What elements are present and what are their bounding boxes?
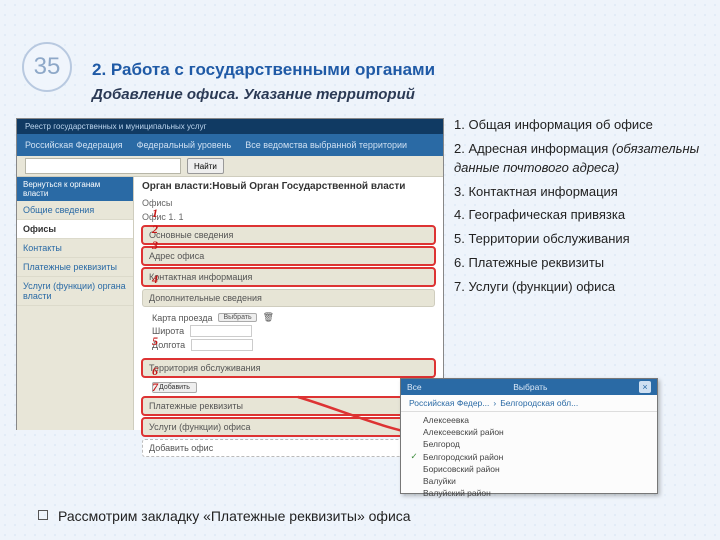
search-input[interactable] [25,158,181,174]
tab-territory[interactable]: Территория обслуживания [142,359,435,377]
popup-save-button[interactable]: Выбрать [513,382,547,392]
app-logo-strip: Реестр государственных и муниципальных у… [17,119,443,134]
item-label: Борисовский район [423,464,500,474]
crumb-region[interactable]: Белгородская обл... [500,398,578,408]
chevron-right-icon: › [493,398,496,408]
legend-item-3: 3. Контактная информация [454,183,710,202]
tab-additional[interactable]: Дополнительные сведения [142,289,435,307]
app-topbar: Российская Федерация Федеральный уровень… [17,134,443,156]
legend-item-5: 5. Территории обслуживания [454,230,710,249]
add-territory-button[interactable]: Добавить [152,382,197,393]
red-index-3: 3 [152,238,158,253]
red-index-2: 2 [152,222,158,237]
lon-field[interactable] [191,339,253,351]
item-label: Белгород [423,439,460,449]
legend-item-4: 4. Географическая привязка [454,206,710,225]
sidebar-item-contacts[interactable]: Контакты [17,239,133,258]
page-subtitle: Офисы [142,198,435,208]
red-index-1: 1 [152,206,158,221]
red-index-5: 5 [152,334,158,349]
sidebar-item-general[interactable]: Общие сведения [17,201,133,220]
sidebar-item-services[interactable]: Услуги (функции) органа власти [17,277,133,306]
sidebar-item-offices[interactable]: Офисы [17,220,133,239]
search-button[interactable]: Найти [187,158,224,174]
legend-item-6: 6. Платежные реквизиты [454,254,710,273]
item-label: Алексеевка [423,415,469,425]
territory-popup: Все Выбрать × Российская Федер... › Белг… [400,378,658,494]
red-index-7: 7 [152,380,158,395]
tab-contact[interactable]: Контактная информация [142,268,435,286]
item-label: Валуйки [423,476,456,486]
crumb-country[interactable]: Российская Федер... [409,398,489,408]
trash-icon[interactable]: 🗑 [263,312,274,323]
page-title: Орган власти:Новый Орган Государственной… [142,181,435,192]
legend-list: 1. Общая информация об офисе 2. Адресная… [454,116,710,302]
main-panel: Орган власти:Новый Орган Государственной… [134,177,443,430]
popup-breadcrumb: Российская Федер... › Белгородская обл..… [401,395,657,412]
popup-list: Алексеевка Алексеевский район Белгород ✓… [401,412,657,501]
back-link[interactable]: Вернуться к органам власти [17,177,133,201]
sidebar-item-payments[interactable]: Платежные реквизиты [17,258,133,277]
select-map-button[interactable]: Выбрать [218,313,256,322]
section-subtitle: Добавление офиса. Указание территорий [92,86,415,103]
red-index-4: 4 [152,272,158,287]
tab-basic-info[interactable]: Основные сведения [142,226,435,244]
footer-bullet: Рассмотрим закладку «Платежные реквизиты… [38,508,411,524]
list-item[interactable]: Алексеевский район [409,426,649,438]
check-icon: ✓ [409,451,419,462]
list-item[interactable]: Белгород [409,438,649,450]
legend-item-2: 2. Адресная информация (обязательны данн… [454,140,710,178]
office-label: Офис 1. 1 [142,212,435,222]
list-item[interactable]: Борисовский район [409,463,649,475]
list-item[interactable]: Алексеевка [409,414,649,426]
lat-field[interactable] [190,325,252,337]
app-frame: Реестр государственных и муниципальных у… [16,118,444,430]
topbar-item-dept[interactable]: Все ведомства выбранной территории [245,140,407,150]
section-title: 2. Работа с государственными органами [92,60,435,80]
legend-item-1: 1. Общая информация об офисе [454,116,710,135]
topbar-item-country[interactable]: Российская Федерация [25,140,123,150]
item-label: Валуйский район [423,488,491,498]
popup-tab-all[interactable]: Все [407,382,422,392]
item-label: Белгородский район [423,452,503,462]
tab-add-office[interactable]: Добавить офис [142,439,435,457]
tab-payment-details[interactable]: Платежные реквизиты [142,397,435,415]
label-map: Карта проезда [152,313,212,323]
sidebar: Вернуться к органам власти Общие сведени… [17,177,134,430]
tab-address[interactable]: Адрес офиса [142,247,435,265]
list-item[interactable]: ✓ Белгородский район [409,450,649,463]
list-item[interactable]: Валуйский район [409,487,649,499]
tab-office-services[interactable]: Услуги (функции) офиса [142,418,435,436]
legend-item-2a: 2. Адресная информация [454,141,608,156]
close-icon[interactable]: × [639,381,651,393]
slide-number: 35 [22,42,72,92]
list-item[interactable]: Валуйки [409,475,649,487]
additional-fields: Карта проезда Выбрать 🗑 Широта Долгота [152,312,435,353]
item-label: Алексеевский район [423,427,504,437]
legend-item-7: 7. Услуги (функции) офиса [454,278,710,297]
topbar-item-level[interactable]: Федеральный уровень [137,140,232,150]
red-index-6: 6 [152,364,158,379]
search-row: Найти [17,156,443,177]
popup-titlebar: Все Выбрать × [401,379,657,395]
